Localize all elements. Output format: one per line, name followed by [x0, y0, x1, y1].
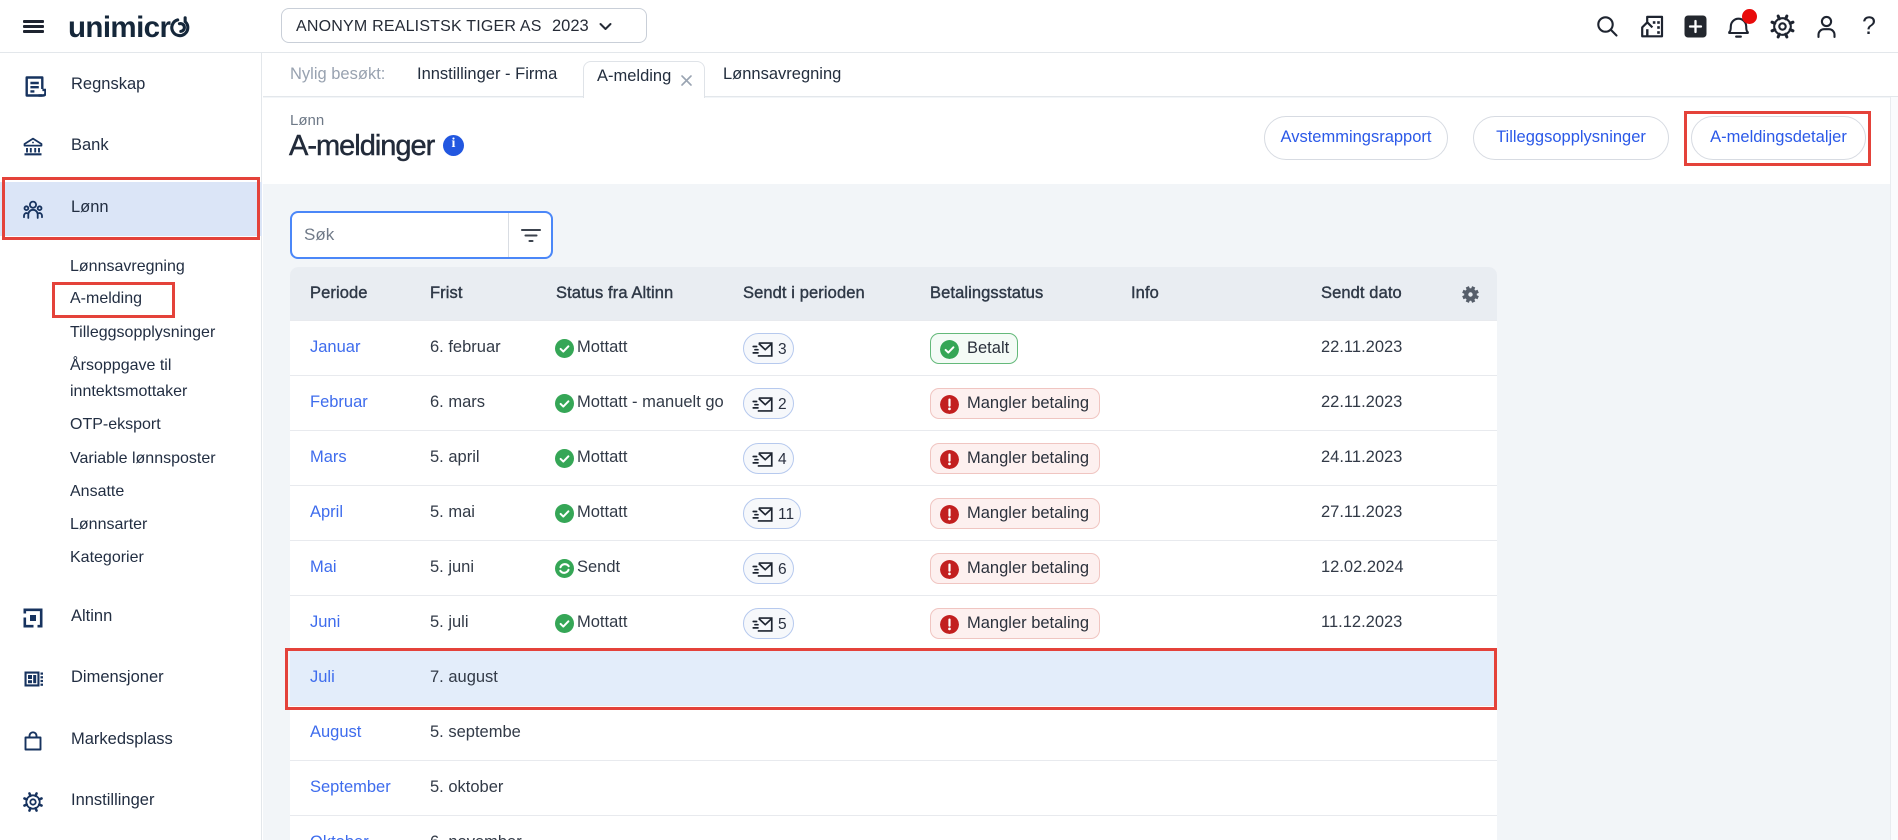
svg-text:?: ? [1862, 12, 1876, 40]
svg-text:unimicr: unimicr [68, 11, 171, 43]
